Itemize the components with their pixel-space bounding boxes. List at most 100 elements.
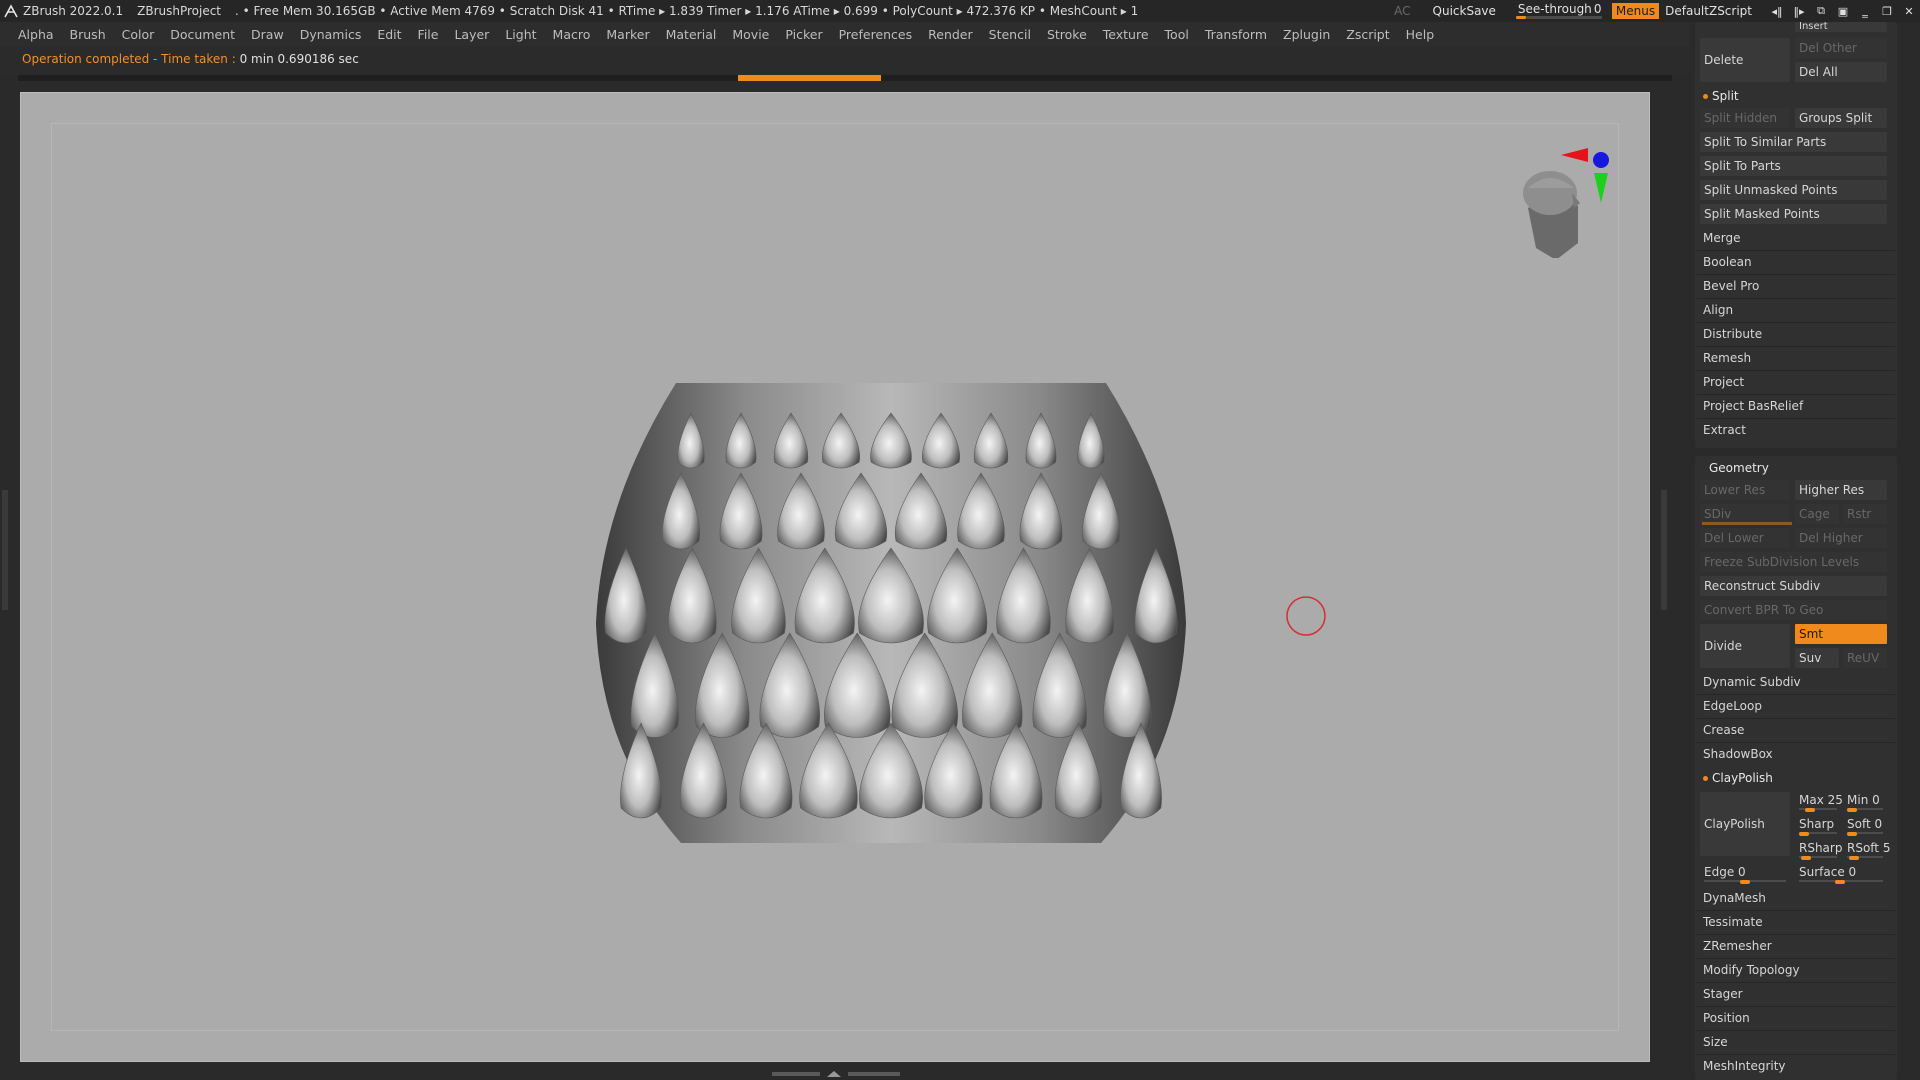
canvas-viewport[interactable] [20,92,1650,1062]
menu-brush[interactable]: Brush [70,27,106,42]
claypolish-header[interactable]: ClayPolish [1695,768,1773,788]
minimize-icon[interactable]: ‗ [1854,0,1876,22]
layout-icon[interactable]: ⧉ [1810,0,1832,22]
sharp-slider[interactable]: Sharp [1795,816,1841,836]
meshintegrity-section[interactable]: MeshIntegrity [1695,1056,1786,1076]
max-slider[interactable]: Max 25 [1795,792,1843,812]
menus-toggle[interactable]: Menus [1611,3,1660,19]
divide-button[interactable]: Divide [1700,624,1790,668]
reconstruct-subdiv-button[interactable]: Reconstruct Subdiv [1700,576,1887,596]
soft-slider[interactable]: Soft 0 [1843,816,1887,836]
split-similar-parts-button[interactable]: Split To Similar Parts [1700,132,1887,152]
menu-document[interactable]: Document [170,27,235,42]
higher-res-button[interactable]: Higher Res [1795,480,1887,500]
split-hidden-button[interactable]: Split Hidden [1700,108,1790,128]
insert-button[interactable]: Insert [1795,22,1887,32]
crease-section[interactable]: Crease [1695,720,1744,740]
rsoft-slider[interactable]: RSoft 5 [1843,840,1890,860]
dynamic-subdiv-section[interactable]: Dynamic Subdiv [1695,672,1801,692]
claypolish-button[interactable]: ClayPolish [1700,792,1790,856]
palette-icon[interactable]: ▣ [1832,0,1854,22]
remesh-section[interactable]: Remesh [1695,348,1751,368]
tessimate-section[interactable]: Tessimate [1695,912,1763,932]
menu-dynamics[interactable]: Dynamics [300,27,362,42]
edge-slider[interactable]: Edge 0 [1700,864,1790,884]
menu-draw[interactable]: Draw [251,27,284,42]
menu-alpha[interactable]: Alpha [18,27,54,42]
distribute-section[interactable]: Distribute [1695,324,1762,344]
menu-material[interactable]: Material [666,27,717,42]
reuv-toggle[interactable]: ReUV [1843,648,1887,668]
split-header[interactable]: Split [1695,86,1739,106]
menu-preferences[interactable]: Preferences [839,27,913,42]
split-masked-button[interactable]: Split Masked Points [1700,204,1887,224]
delete-button[interactable]: Delete [1700,38,1790,82]
split-unmasked-button[interactable]: Split Unmasked Points [1700,180,1887,200]
menu-picker[interactable]: Picker [785,27,822,42]
extract-section[interactable]: Extract [1695,420,1746,440]
del-all-button[interactable]: Del All [1795,62,1887,82]
quicksave-button[interactable]: QuickSave [1433,4,1496,18]
cage-button[interactable]: Cage [1795,504,1839,524]
menu-file[interactable]: File [418,27,439,42]
menu-macro[interactable]: Macro [553,27,591,42]
surface-slider[interactable]: Surface 0 [1795,864,1887,884]
position-section[interactable]: Position [1695,1008,1750,1028]
menu-movie[interactable]: Movie [732,27,769,42]
bottom-tray-handle[interactable] [772,1070,900,1078]
size-section[interactable]: Size [1695,1032,1728,1052]
left-tray-handle[interactable] [2,490,8,610]
menu-color[interactable]: Color [122,27,155,42]
rstr-button[interactable]: Rstr [1843,504,1887,524]
draw-size-right-icon[interactable]: ‖▸ [1788,0,1810,22]
menu-edit[interactable]: Edit [377,27,401,42]
menu-texture[interactable]: Texture [1103,27,1149,42]
groups-split-button[interactable]: Groups Split [1795,108,1887,128]
orientation-head-icon[interactable] [1508,148,1618,258]
shadowbox-section[interactable]: ShadowBox [1695,744,1773,764]
menu-transform[interactable]: Transform [1205,27,1267,42]
del-lower-button[interactable]: Del Lower [1700,528,1790,548]
freeze-subdiv-button[interactable]: Freeze SubDivision Levels [1700,552,1887,572]
menu-layer[interactable]: Layer [454,27,489,42]
menu-marker[interactable]: Marker [606,27,649,42]
zremesher-section[interactable]: ZRemesher [1695,936,1772,956]
ac-toggle[interactable]: AC [1394,4,1410,18]
project-section[interactable]: Project [1695,372,1744,392]
min-slider[interactable]: Min 0 [1843,792,1887,812]
del-higher-button[interactable]: Del Higher [1795,528,1887,548]
boolean-section[interactable]: Boolean [1695,252,1752,272]
merge-section[interactable]: Merge [1695,228,1740,248]
rsharp-slider[interactable]: RSharp [1795,840,1842,860]
menu-render[interactable]: Render [928,27,973,42]
menu-zplugin[interactable]: Zplugin [1283,27,1330,42]
draw-size-left-icon[interactable]: ◂‖ [1766,0,1788,22]
convert-bpr-button[interactable]: Convert BPR To Geo [1700,600,1887,620]
edgeloop-section[interactable]: EdgeLoop [1695,696,1762,716]
split-to-parts-button[interactable]: Split To Parts [1700,156,1887,176]
menu-light[interactable]: Light [505,27,536,42]
project-basrelief-section[interactable]: Project BasRelief [1695,396,1803,416]
restore-icon[interactable]: ❐ [1876,0,1898,22]
close-icon[interactable]: ✕ [1898,0,1920,22]
default-zscript-button[interactable]: DefaultZScript [1665,4,1752,18]
menu-stencil[interactable]: Stencil [989,27,1031,42]
lower-res-button[interactable]: Lower Res [1700,480,1790,500]
menu-stroke[interactable]: Stroke [1047,27,1087,42]
stager-section[interactable]: Stager [1695,984,1743,1004]
suv-toggle[interactable]: Suv [1795,648,1839,668]
del-other-button[interactable]: Del Other [1795,38,1887,58]
see-through-slider[interactable]: See-through 0 [1512,0,1602,22]
align-section[interactable]: Align [1695,300,1733,320]
smt-toggle[interactable]: Smt [1795,624,1887,644]
right-tray-handle[interactable] [1661,490,1667,610]
dynamesh-section[interactable]: DynaMesh [1695,888,1766,908]
geometry-header[interactable]: Geometry [1701,458,1769,478]
modify-topology-section[interactable]: Modify Topology [1695,960,1800,980]
sdiv-slider[interactable]: SDiv [1700,504,1790,524]
scaled-pot-model[interactable] [581,383,1201,843]
menu-zscript[interactable]: Zscript [1346,27,1389,42]
menu-tool[interactable]: Tool [1165,27,1189,42]
bevel-pro-section[interactable]: Bevel Pro [1695,276,1759,296]
menu-help[interactable]: Help [1406,27,1435,42]
